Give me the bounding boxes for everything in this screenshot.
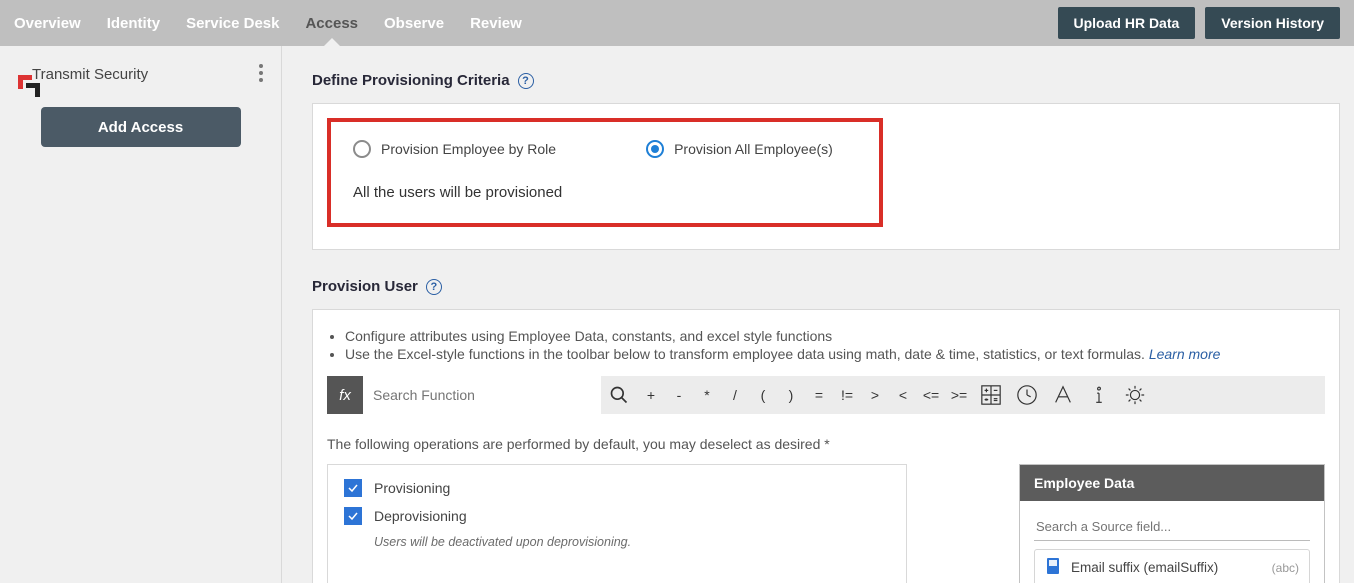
operations-note: The following operations are performed b… — [327, 436, 1325, 452]
upload-hr-data-button[interactable]: Upload HR Data — [1058, 7, 1196, 39]
search-icon[interactable] — [601, 376, 637, 414]
radio-provision-by-role[interactable]: Provision Employee by Role — [353, 140, 556, 158]
tab-identity[interactable]: Identity — [107, 0, 160, 46]
help-icon[interactable]: ? — [426, 279, 442, 295]
radio-label-by-role: Provision Employee by Role — [381, 141, 556, 157]
checkbox-checked-icon — [344, 479, 362, 497]
version-history-button[interactable]: Version History — [1205, 7, 1340, 39]
nav-tabs: Overview Identity Service Desk Access Ob… — [14, 0, 522, 46]
provision-bullet-1: Configure attributes using Employee Data… — [345, 328, 1325, 344]
op-equals[interactable]: = — [805, 376, 833, 414]
op-lparen[interactable]: ( — [749, 376, 777, 414]
check-label-deprovisioning: Deprovisioning — [374, 508, 467, 524]
op-noteq[interactable]: != — [833, 376, 861, 414]
fx-icon: fx — [327, 376, 363, 414]
field-icon — [1045, 557, 1061, 578]
operations-box: Provisioning Deprovisioning Users will b… — [327, 464, 907, 583]
sidebar-brand-name: Transmit Security — [32, 66, 148, 83]
tab-access[interactable]: Access — [305, 0, 358, 46]
sidebar-brand-row: Transmit Security — [0, 46, 281, 103]
math-icon[interactable] — [973, 376, 1009, 414]
radio-unselected-icon — [353, 140, 371, 158]
criteria-highlight-box: Provision Employee by Role Provision All… — [327, 118, 883, 227]
main-content: Define Provisioning Criteria ? Provision… — [282, 46, 1354, 583]
provision-user-panel: Configure attributes using Employee Data… — [312, 309, 1340, 583]
criteria-note: All the users will be provisioned — [353, 184, 857, 201]
radio-selected-icon — [646, 140, 664, 158]
radio-provision-all[interactable]: Provision All Employee(s) — [646, 140, 833, 158]
info-icon[interactable] — [1081, 376, 1117, 414]
clock-icon[interactable] — [1009, 376, 1045, 414]
radio-label-all: Provision All Employee(s) — [674, 141, 833, 157]
add-access-button[interactable]: Add Access — [41, 107, 241, 147]
learn-more-link[interactable]: Learn more — [1149, 346, 1221, 362]
more-options-icon[interactable] — [259, 64, 263, 85]
op-lte[interactable]: <= — [917, 376, 945, 414]
deprovisioning-subnote: Users will be deactivated upon deprovisi… — [374, 535, 890, 549]
op-multiply[interactable]: * — [693, 376, 721, 414]
tab-observe[interactable]: Observe — [384, 0, 444, 46]
employee-data-header: Employee Data — [1020, 465, 1324, 501]
help-icon[interactable]: ? — [518, 73, 534, 89]
tab-service-desk[interactable]: Service Desk — [186, 0, 279, 46]
employee-data-panel: Employee Data Email suffix (emailSuffix)… — [1019, 464, 1325, 583]
sidebar: Transmit Security Add Access — [0, 46, 282, 583]
provision-bullet-2: Use the Excel-style functions in the too… — [345, 346, 1325, 362]
employee-data-search-input[interactable] — [1034, 513, 1310, 541]
employee-data-item-type: (abc) — [1272, 561, 1299, 575]
criteria-panel: Provision Employee by Role Provision All… — [312, 103, 1340, 250]
checkbox-checked-icon — [344, 507, 362, 525]
op-minus[interactable]: - — [665, 376, 693, 414]
top-navigation: Overview Identity Service Desk Access Ob… — [0, 0, 1354, 46]
criteria-section-title: Define Provisioning Criteria ? — [312, 72, 1340, 89]
op-lt[interactable]: < — [889, 376, 917, 414]
formula-toolbar: fx + - * / ( ) = != > < <= >= — [327, 376, 1325, 414]
employee-data-item[interactable]: Email suffix (emailSuffix) (abc) — [1034, 549, 1310, 583]
tab-overview[interactable]: Overview — [14, 0, 81, 46]
op-rparen[interactable]: ) — [777, 376, 805, 414]
provision-user-title: Provision User ? — [312, 278, 1340, 295]
search-function-input[interactable] — [363, 376, 601, 414]
text-icon[interactable] — [1045, 376, 1081, 414]
check-label-provisioning: Provisioning — [374, 480, 450, 496]
settings-icon[interactable] — [1117, 376, 1153, 414]
op-plus[interactable]: + — [637, 376, 665, 414]
check-deprovisioning[interactable]: Deprovisioning — [344, 507, 890, 525]
op-gt[interactable]: > — [861, 376, 889, 414]
employee-data-item-label: Email suffix (emailSuffix) — [1071, 560, 1218, 575]
tab-review[interactable]: Review — [470, 0, 522, 46]
criteria-title-text: Define Provisioning Criteria — [312, 72, 510, 89]
check-provisioning[interactable]: Provisioning — [344, 479, 890, 497]
op-divide[interactable]: / — [721, 376, 749, 414]
op-gte[interactable]: >= — [945, 376, 973, 414]
provision-title-text: Provision User — [312, 278, 418, 295]
